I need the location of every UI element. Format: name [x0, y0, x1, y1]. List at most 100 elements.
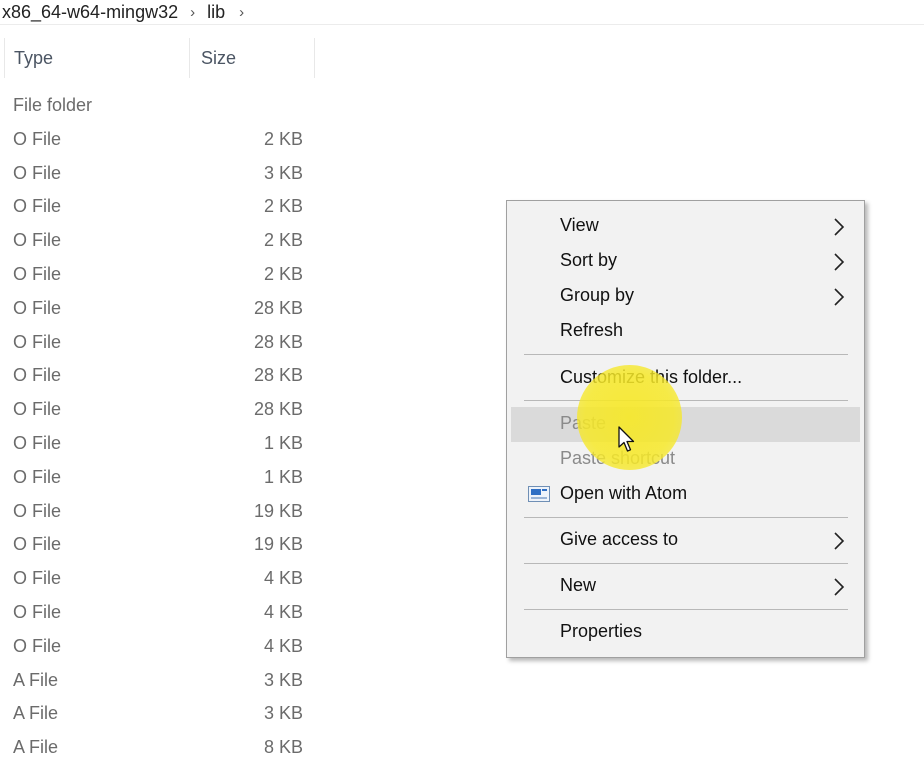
- file-size: 1 KB: [263, 432, 303, 453]
- file-size: 2 KB: [263, 128, 303, 149]
- menu-item-label: View: [560, 215, 599, 235]
- atom-app-icon: [528, 486, 550, 502]
- file-type: O File: [13, 297, 62, 318]
- file-list: File folder O File 2 KB O File 3 KB O File…: [0, 89, 320, 765]
- menu-item-sort-by[interactable]: Sort by: [511, 244, 860, 279]
- file-type: O File: [13, 162, 62, 183]
- file-type: A File: [13, 737, 59, 758]
- file-type: O File: [13, 196, 62, 217]
- chevron-right-icon: [834, 288, 845, 306]
- breadcrumb-item-mingw32[interactable]: x86_64-w64-mingw32: [0, 2, 180, 23]
- breadcrumb-separator-icon[interactable]: ›: [227, 4, 254, 21]
- menu-divider: [524, 400, 848, 401]
- file-type: O File: [13, 635, 62, 656]
- file-size: 28 KB: [253, 399, 303, 420]
- column-header-type[interactable]: Type: [4, 38, 189, 78]
- file-type: A File: [13, 669, 59, 690]
- breadcrumb-item-lib[interactable]: lib: [205, 2, 227, 23]
- table-row[interactable]: O File 2 KB: [0, 258, 320, 292]
- menu-divider: [524, 563, 848, 564]
- table-row[interactable]: O File 2 KB: [0, 123, 320, 157]
- file-size: 4 KB: [263, 601, 303, 622]
- table-row[interactable]: A File 8 KB: [0, 731, 320, 765]
- file-size: 2 KB: [263, 196, 303, 217]
- menu-divider: [524, 354, 848, 355]
- table-row[interactable]: O File 4 KB: [0, 562, 320, 596]
- table-row[interactable]: O File 28 KB: [0, 326, 320, 360]
- breadcrumb-separator-icon[interactable]: ›: [180, 4, 205, 21]
- file-type: O File: [13, 230, 62, 251]
- table-row[interactable]: O File 28 KB: [0, 393, 320, 427]
- file-type: O File: [13, 568, 62, 589]
- file-size: 28 KB: [253, 331, 303, 352]
- file-type: O File: [13, 500, 62, 521]
- table-row[interactable]: O File 2 KB: [0, 190, 320, 224]
- menu-item-customize-folder[interactable]: Customize this folder...: [511, 361, 860, 396]
- file-size: 2 KB: [263, 230, 303, 251]
- menu-item-give-access[interactable]: Give access to: [511, 523, 860, 558]
- table-row[interactable]: O File 1 KB: [0, 427, 320, 461]
- table-row[interactable]: O File 19 KB: [0, 528, 320, 562]
- file-type: O File: [13, 263, 62, 284]
- chevron-right-icon: [834, 578, 845, 596]
- file-type: O File: [13, 365, 62, 386]
- table-row[interactable]: O File 28 KB: [0, 292, 320, 326]
- menu-item-label: Paste: [560, 413, 607, 433]
- menu-item-label: Give access to: [560, 529, 679, 549]
- menu-item-label: Refresh: [560, 320, 624, 340]
- file-size: 2 KB: [263, 263, 303, 284]
- table-row[interactable]: A File 3 KB: [0, 697, 320, 731]
- menu-item-paste-shortcut[interactable]: Paste shortcut: [511, 442, 860, 477]
- breadcrumb: x86_64-w64-mingw32 › lib ›: [0, 0, 924, 25]
- table-row[interactable]: O File 19 KB: [0, 495, 320, 529]
- table-row[interactable]: O File 1 KB: [0, 461, 320, 495]
- menu-item-open-with-atom[interactable]: Open with Atom: [511, 477, 860, 512]
- table-row[interactable]: O File 3 KB: [0, 157, 320, 191]
- menu-item-refresh[interactable]: Refresh: [511, 314, 860, 349]
- chevron-right-icon: [834, 532, 845, 550]
- menu-item-properties[interactable]: Properties: [511, 615, 860, 650]
- menu-item-view[interactable]: View: [511, 209, 860, 244]
- menu-item-label: Group by: [560, 285, 635, 305]
- file-size: 4 KB: [263, 568, 303, 589]
- table-row[interactable]: A File 3 KB: [0, 664, 320, 698]
- menu-item-label: Open with Atom: [560, 483, 688, 503]
- file-type: A File: [13, 703, 59, 724]
- table-row[interactable]: O File 28 KB: [0, 359, 320, 393]
- menu-item-paste[interactable]: Paste: [511, 407, 860, 442]
- file-size: 19 KB: [253, 500, 303, 521]
- file-type: O File: [13, 601, 62, 622]
- file-size: 4 KB: [263, 635, 303, 656]
- table-row[interactable]: File folder: [0, 89, 320, 123]
- file-type: O File: [13, 534, 62, 555]
- file-size: 28 KB: [253, 297, 303, 318]
- chevron-right-icon: [834, 253, 845, 271]
- table-row[interactable]: O File 4 KB: [0, 630, 320, 664]
- menu-item-group-by[interactable]: Group by: [511, 279, 860, 314]
- menu-item-new[interactable]: New: [511, 569, 860, 604]
- file-size: 8 KB: [263, 737, 303, 758]
- file-type: O File: [13, 128, 62, 149]
- file-type: O File: [13, 399, 62, 420]
- file-size: 3 KB: [263, 669, 303, 690]
- file-size: 3 KB: [263, 162, 303, 183]
- file-type: O File: [13, 331, 62, 352]
- menu-item-label: Customize this folder...: [560, 367, 743, 387]
- chevron-right-icon: [834, 218, 845, 236]
- table-row[interactable]: O File 2 KB: [0, 224, 320, 258]
- menu-divider: [524, 609, 848, 610]
- context-menu: View Sort by Group by Refresh Customize …: [506, 200, 865, 658]
- table-row[interactable]: O File 4 KB: [0, 596, 320, 630]
- menu-item-label: Properties: [560, 621, 643, 641]
- menu-item-label: New: [560, 575, 597, 595]
- column-header-size[interactable]: Size: [189, 38, 315, 78]
- file-size: 28 KB: [253, 365, 303, 386]
- menu-item-label: Sort by: [560, 250, 618, 270]
- menu-item-label: Paste shortcut: [560, 448, 676, 468]
- file-size: 1 KB: [263, 466, 303, 487]
- file-type: File folder: [13, 95, 93, 115]
- menu-divider: [524, 517, 848, 518]
- file-type: O File: [13, 432, 62, 453]
- file-type: O File: [13, 466, 62, 487]
- file-size: 19 KB: [253, 534, 303, 555]
